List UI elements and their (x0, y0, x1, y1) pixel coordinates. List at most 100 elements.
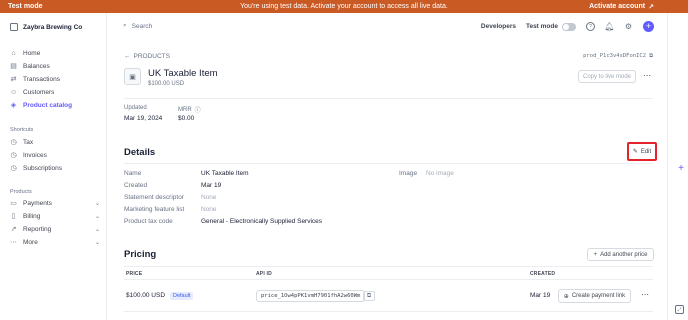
divider (124, 266, 653, 267)
divider (124, 163, 653, 164)
details-heading: Details (124, 147, 156, 158)
sidebar-item-label: Tax (23, 139, 34, 146)
divider (124, 98, 653, 99)
search-placeholder: Search (131, 22, 153, 30)
sidebar-item-reporting[interactable]: ↗ Reporting ⌄ (10, 226, 100, 233)
test-mode-banner: Test mode You're using test data. Activa… (0, 0, 688, 13)
sidebar-item-balances[interactable]: ▤ Balances (10, 63, 100, 70)
shortcuts-heading: Shortcuts (10, 127, 34, 133)
more-dots-icon: ⋯ (10, 239, 17, 246)
chevron-down-icon: ⌄ (94, 227, 100, 233)
sidebar-item-payments[interactable]: ▭ Payments ⌄ (10, 200, 100, 207)
top-bar-actions: Developers Test mode ? 🔔︎ ⚙ + (481, 21, 654, 32)
sidebar-item-label: Customers (23, 89, 55, 96)
sidebar-item-tax[interactable]: ◷ Tax (10, 139, 100, 146)
activate-account-link[interactable]: Activate account ↗ (589, 3, 654, 11)
create-payment-link-label: Create payment link (571, 293, 626, 299)
product-id-value: prod_P1c3v4sDFonIC2 (583, 53, 647, 59)
account-icon (10, 23, 18, 31)
updated-value: Mar 19, 2024 (124, 115, 163, 122)
sidebar-item-label: Reporting (23, 226, 52, 233)
gear-icon[interactable]: ⚙ (624, 22, 633, 31)
sidebar-item-subscriptions[interactable]: ◷ Subscriptions (10, 165, 100, 172)
account-name: Zaybra Brewing Co (23, 23, 83, 31)
top-bar: ⌕ Search Developers Test mode ? 🔔︎ ⚙ + (107, 13, 688, 41)
products-heading: Products (10, 189, 32, 195)
sidebar-item-invoices[interactable]: ◷ Invoices (10, 152, 100, 159)
developers-link[interactable]: Developers (481, 23, 516, 30)
product-id[interactable]: prod_P1c3v4sDFonIC2 ⧉ (583, 53, 653, 60)
product-tax-code-label: Product tax code (124, 218, 173, 225)
edit-button[interactable]: ✎ Edit (627, 142, 657, 161)
copy-to-live-mode-button[interactable]: Copy to live mode (578, 70, 636, 83)
sidebar-item-label: More (23, 239, 38, 246)
activate-account-label: Activate account (589, 3, 646, 10)
home-icon: ⌂ (11, 50, 16, 57)
column-header-api-id: API ID (256, 271, 272, 277)
arrow-left-icon: ← (124, 53, 131, 60)
edit-pencil-icon: ✎ (632, 149, 638, 155)
created-value: Mar 19 (201, 182, 222, 189)
product-title: UK Taxable Item (148, 68, 218, 79)
help-icon[interactable]: ? (586, 22, 595, 31)
billing-icon: ▯ (11, 213, 16, 220)
sidebar-item-home[interactable]: ⌂ Home (10, 50, 100, 57)
info-icon[interactable]: ⓘ (195, 105, 201, 114)
toggle-switch (562, 22, 576, 31)
test-mode-label: Test mode (525, 23, 558, 30)
sidebar-item-label: Invoices (23, 152, 47, 159)
add-another-price-button[interactable]: + Add another price (587, 248, 654, 261)
sidebar-item-label: Home (23, 50, 41, 57)
sidebar-item-product-catalog[interactable]: ◈ Product catalog (10, 102, 100, 109)
api-id-field[interactable]: price_1Ow4pPK1vmH7901fhA2w60Wm (256, 290, 366, 302)
created-label: Created (124, 182, 148, 189)
statement-descriptor-label: Statement descriptor (124, 194, 184, 201)
pricing-heading: Pricing (124, 249, 157, 260)
create-plus-button[interactable]: + (643, 21, 654, 32)
sidebar-item-billing[interactable]: ▯ Billing ⌄ (10, 213, 100, 220)
chevron-down-icon: ⌄ (94, 201, 100, 207)
create-payment-link-button[interactable]: ⊕ Create payment link (558, 289, 631, 303)
sidebar-item-label: Billing (23, 213, 41, 220)
clock-icon: ◷ (10, 152, 17, 159)
clock-icon: ◷ (10, 139, 17, 146)
balances-icon: ▤ (10, 63, 17, 70)
breadcrumb-products: PRODUCTS (133, 53, 170, 60)
sidebar-item-customers[interactable]: ☺ Customers (10, 89, 100, 96)
copy-to-live-mode-label: Copy to live mode (582, 73, 632, 80)
sidebar-item-label: Payments (23, 200, 52, 207)
test-mode-toggle[interactable]: Test mode (525, 22, 576, 31)
plus-icon: + (593, 251, 598, 258)
divider (124, 311, 653, 312)
created-cell: Mar 19 (530, 292, 551, 299)
updated-label-text: Updated (124, 105, 147, 111)
account-switcher[interactable]: Zaybra Brewing Co (10, 23, 82, 31)
sidebar-item-label: Balances (23, 63, 50, 70)
product-more-button[interactable]: ⋯ (643, 71, 652, 80)
customers-icon: ☺ (10, 89, 18, 96)
mrr-label: MRR ⓘ (178, 105, 201, 115)
sidebar-item-label: Transactions (23, 76, 60, 83)
add-another-price-label: Add another price (600, 251, 648, 258)
product-catalog-icon: ◈ (10, 102, 17, 109)
main-content: ← PRODUCTS prod_P1c3v4sDFonIC2 ⧉ ▣ UK Ta… (107, 41, 667, 320)
right-rail: + ⤢ (667, 13, 688, 320)
default-badge: Default (170, 292, 194, 300)
plus-circle-icon: ⊕ (563, 293, 569, 300)
breadcrumb[interactable]: ← PRODUCTS (124, 53, 170, 60)
copy-icon: ⧉ (649, 53, 653, 59)
bell-icon[interactable]: 🔔︎ (604, 22, 614, 31)
expand-icon[interactable]: ⤢ (675, 305, 684, 314)
product-tax-code-value: General - Electronically Supplied Servic… (201, 218, 323, 225)
mrr-label-text: MRR (178, 106, 192, 113)
plus-icon[interactable]: + (678, 163, 684, 174)
search-input[interactable]: ⌕ Search (123, 22, 152, 30)
transactions-icon: ⇄ (10, 76, 17, 83)
sidebar-item-transactions[interactable]: ⇄ Transactions (10, 76, 100, 83)
copy-icon[interactable]: ⧉ (363, 291, 375, 301)
clock-icon: ◷ (10, 165, 17, 172)
product-price: $100.00 USD (148, 81, 185, 87)
arrow-up-right-icon: ↗ (648, 3, 654, 11)
row-more-button[interactable]: ⋯ (641, 290, 650, 299)
sidebar-item-more[interactable]: ⋯ More ⌄ (10, 239, 100, 246)
